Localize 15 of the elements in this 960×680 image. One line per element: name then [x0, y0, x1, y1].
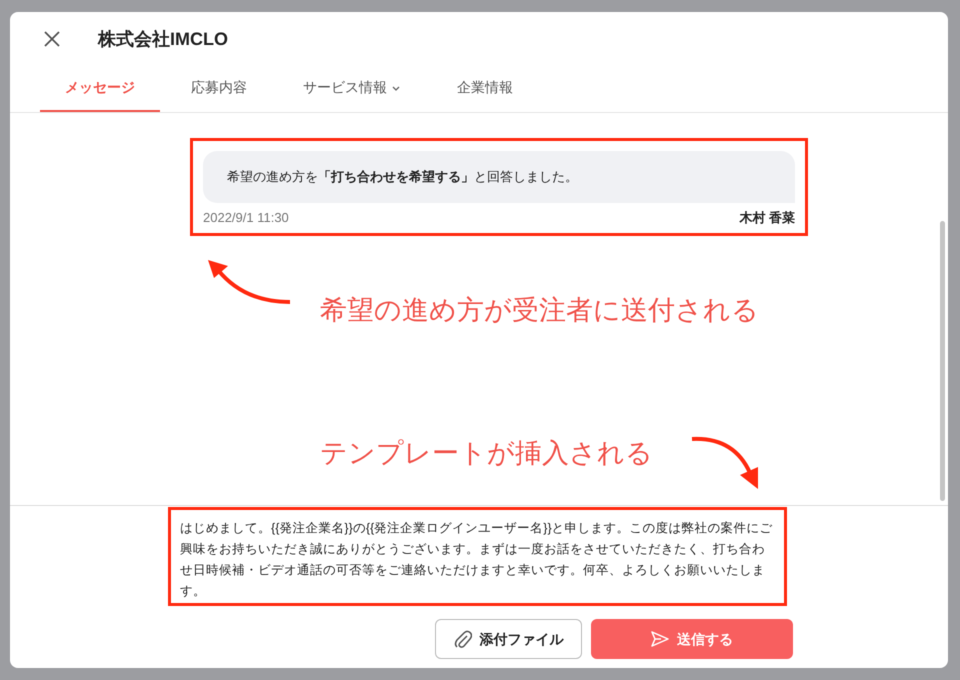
attach-file-button[interactable]: 添付ファイル [435, 619, 582, 659]
sender-name: 木村 香菜 [739, 208, 795, 226]
tab[interactable]: 応募内容 [166, 65, 272, 112]
send-icon [651, 630, 669, 648]
scrollbar[interactable] [940, 221, 945, 501]
close-icon [43, 30, 61, 48]
message-time: 2022/9/1 11:30 [203, 208, 289, 226]
annotation-text: テンプレートが挿入される [320, 436, 653, 470]
message-text: 希望の進め方を「打ち合わせを希望する」と回答しました。 [227, 169, 578, 184]
message-field[interactable]: はじめまして。{{発注企業名}}の{{発注企業ログインユーザー名}}と申します。この度は弊社の案件にご興味をお持ちいただき誠にありがとうございます。まずは一度お話をさせていただきたく、打ち合わせ日時候補・ビデオ通話の可否等をご連絡いただけますと幸いです。何卒、よろしくお願いいたします。 [168, 507, 787, 606]
paperclip-icon [454, 629, 472, 649]
tab[interactable]: 企業情報 [432, 65, 538, 112]
tab[interactable]: サービス情報 [278, 65, 426, 112]
dialog-title: 株式会社IMCLO [98, 28, 228, 50]
annotation-text: 希望の進め方が受注者に送付される [320, 294, 759, 327]
